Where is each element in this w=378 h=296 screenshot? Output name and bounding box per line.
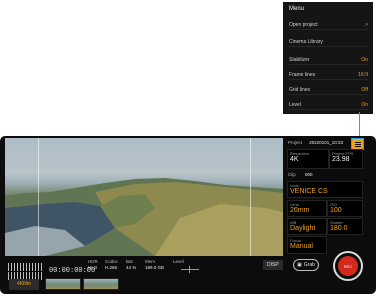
status-bar: 00:00:00:00 HDR HLG Codec H.265 Bat 44 %… xyxy=(5,257,283,292)
stat-label: Codec xyxy=(105,259,119,264)
menu-item-frame-lines[interactable]: Frame lines 16:9 xyxy=(289,71,368,80)
menu-item-label: Grid lines xyxy=(289,87,311,93)
wb-setting[interactable]: WB Daylight xyxy=(287,218,327,235)
record-button[interactable]: REC xyxy=(333,251,363,281)
clip-value: 000 xyxy=(305,172,313,177)
record-dot-icon: REC xyxy=(338,256,358,276)
menu-item-label: Level xyxy=(289,102,301,108)
menu-item-label: Stabilizer xyxy=(289,57,310,63)
project-name: 20220101_10:33 xyxy=(309,140,344,145)
clip-thumbnail[interactable] xyxy=(83,278,119,290)
level-label: Level xyxy=(173,259,184,264)
lens-value: 26mm xyxy=(290,207,310,214)
menu-item-grid-lines[interactable]: Grid lines Off xyxy=(289,86,368,95)
stat-value: H.265 xyxy=(105,265,118,270)
stat-battery: Bat 44 % xyxy=(126,259,136,271)
stat-codec: Codec H.265 xyxy=(105,259,118,271)
menu-item-label: Cinema Library xyxy=(289,39,323,45)
menu-item-label: Frame lines xyxy=(289,72,316,78)
disp-button[interactable]: DISP xyxy=(263,260,283,270)
stat-hdr: HDR HLG xyxy=(88,259,98,271)
callout-line xyxy=(359,112,360,136)
menu-item-value: 16:9 xyxy=(358,72,368,78)
project-row[interactable]: Project 20220101_10:33 xyxy=(288,140,343,145)
menu-item-open-project[interactable]: Open project > xyxy=(289,21,368,30)
record-label: REC xyxy=(343,263,353,269)
look-setting[interactable]: Look VENICE CS xyxy=(287,181,363,198)
iso-value: 100 xyxy=(330,207,342,214)
stat-value: 189.0 GB xyxy=(145,265,165,270)
menu-item-value: On xyxy=(361,102,368,108)
viewfinder[interactable] xyxy=(5,138,283,256)
settings-panel: Project 20220101_10:33 Resolution 4K Pro… xyxy=(285,138,371,258)
look-value: VENICE CS xyxy=(290,188,328,195)
frame-line-left xyxy=(38,138,39,256)
stat-value: 44 % xyxy=(126,265,137,270)
grab-button[interactable]: ▣ Grab xyxy=(293,259,319,271)
menu-item-label: Open project xyxy=(289,22,318,28)
lens-setting[interactable]: Lens 26mm xyxy=(287,200,327,217)
look-preview-button[interactable]: 4Kfilm xyxy=(9,279,39,290)
focus-value: Manual xyxy=(290,243,313,250)
stat-label: HDR xyxy=(88,259,98,264)
focus-setting[interactable]: Focus Manual xyxy=(287,236,327,254)
resolution-setting[interactable]: Resolution 4K xyxy=(287,149,329,169)
clip-row: Clip 000 xyxy=(288,172,313,177)
audio-meter-top xyxy=(8,263,44,271)
menu-item-value: Off xyxy=(361,87,368,93)
project-label: Project xyxy=(288,140,303,145)
menu-panel: Menu Open project > Cinema Library Stabi… xyxy=(283,2,373,114)
clip-label: Clip xyxy=(288,172,296,177)
shutter-value: 180.0 xyxy=(330,225,348,232)
chevron-right-icon: > xyxy=(365,22,368,28)
landscape-image xyxy=(5,178,283,256)
level-center-tick xyxy=(189,266,190,273)
iso-setting[interactable]: ISO 100 xyxy=(327,200,363,217)
camera-icon: ▣ xyxy=(297,262,302,268)
level-indicator xyxy=(181,269,199,270)
camera-app: 00:00:00:00 HDR HLG Codec H.265 Bat 44 %… xyxy=(0,136,376,294)
frame-line-right xyxy=(250,138,251,256)
grab-label: Grab xyxy=(303,262,315,268)
menu-item-level[interactable]: Level On xyxy=(289,101,368,110)
fps-setting[interactable]: Project FPS 23.98 xyxy=(329,149,363,169)
stat-value: HLG xyxy=(88,265,98,270)
fps-value: 23.98 xyxy=(332,156,350,163)
stat-label: Bat xyxy=(126,259,133,264)
stat-label: Mem xyxy=(145,259,155,264)
wb-value: Daylight xyxy=(290,225,316,232)
menu-title: Menu xyxy=(289,6,305,12)
resolution-value: 4K xyxy=(290,156,299,163)
shutter-setting[interactable]: Shutter 180.0 xyxy=(327,218,363,235)
clip-thumbnail[interactable] xyxy=(45,278,81,290)
menu-item-stabilizer[interactable]: Stabilizer On xyxy=(289,56,368,65)
stat-memory: Mem 189.0 GB xyxy=(145,259,164,271)
menu-item-value: On xyxy=(361,57,368,63)
menu-item-cinema-library[interactable]: Cinema Library xyxy=(289,38,368,47)
